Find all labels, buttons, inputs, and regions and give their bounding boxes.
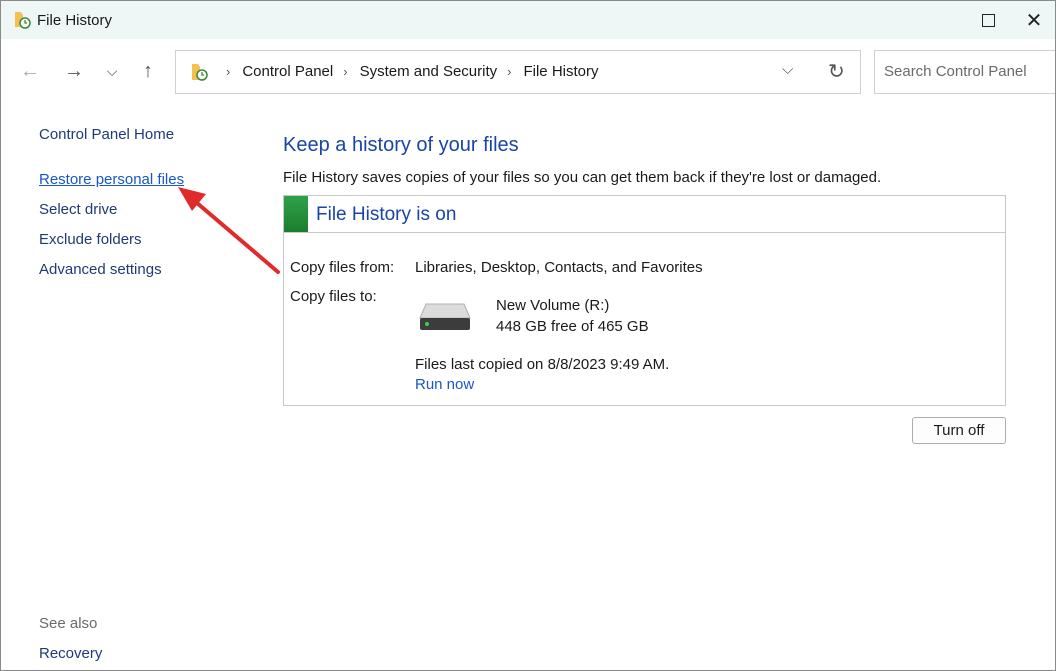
maximize-icon (981, 13, 995, 27)
see-also-heading: See also (39, 615, 98, 632)
chevron-down-icon: ⌵ (106, 62, 118, 79)
back-button[interactable]: ← (14, 51, 46, 91)
breadcrumb-control-panel[interactable]: Control Panel (242, 63, 333, 80)
arrow-left-icon: ← (20, 59, 40, 82)
copy-from-value: Libraries, Desktop, Contacts, and Favori… (415, 259, 703, 276)
breadcrumb-system-and-security[interactable]: System and Security (360, 63, 498, 80)
breadcrumb: › Control Panel › System and Security › File … (216, 63, 599, 80)
address-bar[interactable]: › Control Panel › System and Security › File … (175, 50, 861, 94)
run-now-link[interactable]: Run now (415, 376, 474, 393)
title-bar: File History ✕ (1, 1, 1055, 39)
address-dropdown-icon[interactable]: ⌵ (782, 61, 793, 78)
search-input[interactable] (884, 63, 1055, 80)
maximize-button[interactable] (965, 1, 1011, 39)
turn-off-button[interactable]: Turn off (912, 417, 1006, 444)
file-history-window: File History ✕ ← → ⌵ ↑ › Control Panel › Sy… (0, 0, 1056, 671)
status-header: File History is on (284, 196, 1005, 233)
chevron-right-icon: › (226, 64, 231, 79)
recent-locations-button[interactable]: ⌵ (96, 51, 128, 91)
sidebar-link-exclude-folders[interactable]: Exclude folders (39, 231, 142, 248)
chevron-right-icon[interactable]: › (343, 64, 347, 79)
sidebar-link-control-panel-home[interactable]: Control Panel Home (39, 126, 174, 143)
sidebar-link-advanced-settings[interactable]: Advanced settings (39, 261, 162, 278)
copy-to-label: Copy files to: (290, 288, 377, 305)
sidebar-link-recovery[interactable]: Recovery (39, 645, 102, 662)
sidebar-link-restore-personal-files[interactable]: Restore personal files (39, 171, 184, 188)
file-history-icon (15, 12, 31, 29)
breadcrumb-file-history[interactable]: File History (523, 63, 598, 80)
hard-drive-icon (419, 303, 471, 330)
drive-name: New Volume (R:) (496, 297, 610, 314)
drive-free-space: 448 GB free of 465 GB (496, 318, 649, 335)
page-description: File History saves copies of your files … (283, 169, 882, 186)
copy-from-label: Copy files from: (290, 259, 395, 276)
navigation-bar: ← → ⌵ ↑ › Control Panel › System and Securi… (1, 39, 1055, 105)
last-copied-text: Files last copied on 8/8/2023 9:49 AM. (415, 356, 670, 373)
refresh-icon[interactable]: ↻ (828, 59, 845, 84)
up-button[interactable]: ↑ (132, 51, 164, 91)
chevron-right-icon[interactable]: › (507, 64, 511, 79)
close-icon: ✕ (1025, 9, 1043, 32)
page-title: Keep a history of your files (283, 134, 519, 156)
window-title: File History (37, 12, 113, 29)
search-box[interactable] (874, 50, 1055, 94)
forward-button[interactable]: → (58, 51, 90, 91)
file-history-icon (192, 64, 208, 81)
close-button[interactable]: ✕ (1011, 1, 1055, 39)
arrow-up-icon: ↑ (143, 59, 153, 82)
sidebar-link-select-drive[interactable]: Select drive (39, 201, 117, 218)
status-indicator (284, 196, 308, 232)
arrow-right-icon: → (64, 59, 84, 82)
status-panel: File History is on Copy files from: Libr… (283, 195, 1006, 406)
status-title: File History is on (316, 204, 457, 225)
